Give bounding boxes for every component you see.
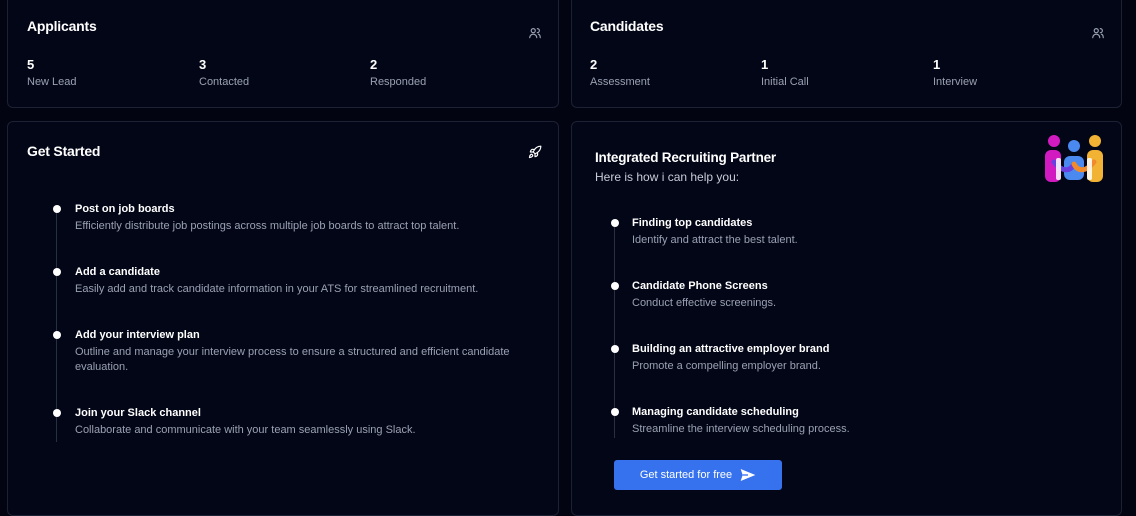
stat-value: 5 xyxy=(27,57,35,72)
feature-description: Identify and attract the best talent. xyxy=(632,234,798,246)
stat-assessment: 2 Assessment xyxy=(590,57,650,89)
users-icon xyxy=(529,28,541,39)
step-description: Outline and manage your interview proces… xyxy=(75,346,510,373)
candidates-card: Candidates 2 Assessment 1 Initial Call 1… xyxy=(571,0,1122,108)
stat-value: 1 xyxy=(933,57,941,72)
partner-title: Integrated Recruiting Partner xyxy=(595,150,776,165)
users-icon xyxy=(1092,28,1104,39)
feature-description: Conduct effective screenings. xyxy=(632,297,777,309)
stat-label: Responded xyxy=(370,76,427,88)
stat-value: 2 xyxy=(590,57,598,72)
rocket-icon xyxy=(528,145,542,159)
stat-label: Assessment xyxy=(590,76,650,88)
feature-title: Finding top candidates xyxy=(632,217,753,229)
step-description: Easily add and track candidate informati… xyxy=(75,283,479,295)
step-slack-channel[interactable]: Join your Slack channel Collaborate and … xyxy=(53,406,533,438)
step-interview-plan[interactable]: Add your interview plan Outline and mana… xyxy=(53,328,533,375)
send-icon xyxy=(740,469,756,481)
step-title: Add your interview plan xyxy=(75,329,200,341)
timeline-dot xyxy=(611,282,619,290)
timeline-dot xyxy=(53,331,61,339)
stat-new-lead: 5 New Lead xyxy=(27,57,77,89)
team-logo-icon xyxy=(1045,135,1103,182)
applicants-title: Applicants xyxy=(27,18,97,34)
candidates-title: Candidates xyxy=(590,18,664,34)
timeline-dot xyxy=(611,408,619,416)
stat-value: 3 xyxy=(199,57,207,72)
feature-scheduling: Managing candidate scheduling Streamline… xyxy=(611,405,1071,437)
partner-card: Integrated Recruiting Partner Here is ho… xyxy=(571,121,1122,516)
feature-title: Managing candidate scheduling xyxy=(632,406,799,418)
stat-initial-call: 1 Initial Call xyxy=(761,57,809,89)
feature-title: Building an attractive employer brand xyxy=(632,343,830,355)
feature-finding-candidates: Finding top candidates Identify and attr… xyxy=(611,216,1071,248)
timeline-dot xyxy=(611,345,619,353)
stat-label: Interview xyxy=(933,76,978,88)
stat-value: 1 xyxy=(761,57,769,72)
stat-label: Initial Call xyxy=(761,76,809,88)
timeline-dot xyxy=(53,409,61,417)
feature-employer-brand: Building an attractive employer brand Pr… xyxy=(611,342,1071,374)
get-started-title: Get Started xyxy=(27,143,101,159)
feature-description: Streamline the interview scheduling proc… xyxy=(632,423,850,435)
step-job-boards[interactable]: Post on job boards Efficiently distribut… xyxy=(53,202,533,234)
feature-description: Promote a compelling employer brand. xyxy=(632,360,821,372)
stat-label: Contacted xyxy=(199,76,250,88)
feature-title: Candidate Phone Screens xyxy=(632,280,768,292)
get-started-card: Get Started Post on job boards Efficient… xyxy=(7,121,559,516)
step-description: Efficiently distribute job postings acro… xyxy=(75,220,460,232)
timeline-dot xyxy=(53,205,61,213)
get-started-free-button[interactable]: Get started for free xyxy=(614,460,782,490)
stat-responded: 2 Responded xyxy=(370,57,426,89)
stat-contacted: 3 Contacted xyxy=(199,57,249,89)
feature-phone-screens: Candidate Phone Screens Conduct effectiv… xyxy=(611,279,1071,311)
timeline-dot xyxy=(53,268,61,276)
step-description: Collaborate and communicate with your te… xyxy=(75,424,416,436)
step-title: Post on job boards xyxy=(75,203,175,215)
partner-subtitle: Here is how i can help you: xyxy=(595,170,740,184)
stat-interview: 1 Interview xyxy=(933,57,977,89)
step-title: Add a candidate xyxy=(75,266,160,278)
timeline-dot xyxy=(611,219,619,227)
step-title: Join your Slack channel xyxy=(75,407,201,419)
applicants-card: Applicants 5 New Lead 3 Contacted 2 Resp… xyxy=(7,0,559,108)
cta-label: Get started for free xyxy=(639,469,733,481)
stat-label: New Lead xyxy=(27,76,77,88)
stat-value: 2 xyxy=(370,57,378,72)
step-add-candidate[interactable]: Add a candidate Easily add and track can… xyxy=(53,265,533,297)
